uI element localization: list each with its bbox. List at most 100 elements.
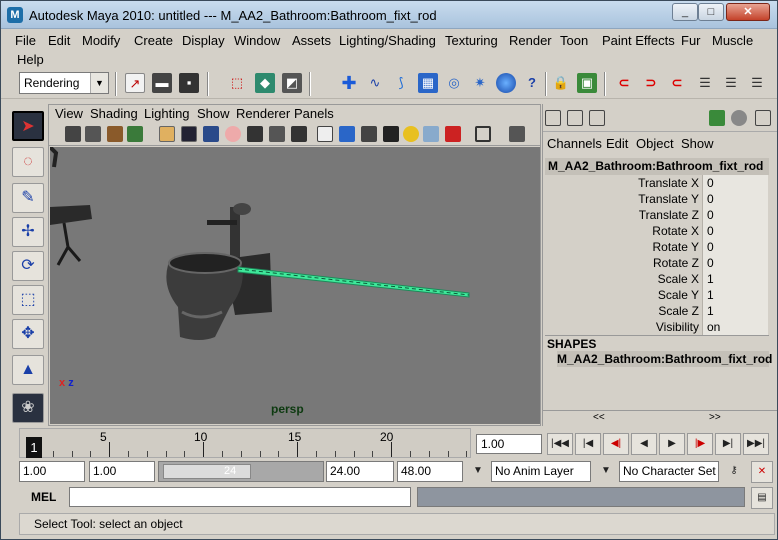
attr-value-field[interactable]: 0 [702, 223, 768, 239]
attr-value-field[interactable]: on [702, 319, 768, 335]
menu-lighting-shading[interactable]: Lighting/Shading [339, 33, 436, 48]
menu-display[interactable]: Display [182, 33, 225, 48]
attr-label[interactable]: Translate Y [638, 192, 699, 206]
selected-fixture-rod[interactable] [237, 266, 470, 298]
panel-layout-icon[interactable] [755, 110, 771, 126]
tool-settings-toggle-icon[interactable]: ☰ [747, 73, 767, 93]
film-gate-icon[interactable] [181, 126, 197, 142]
snap-curve-icon[interactable]: ∿ [365, 73, 385, 93]
channel-menu-show[interactable]: Show [681, 136, 714, 151]
construction-history-icon[interactable]: ⊂ [614, 73, 634, 93]
3d-viewport[interactable]: x z persp [50, 147, 540, 424]
animation-end-field[interactable]: 48.00 [397, 461, 463, 482]
menu-render[interactable]: Render [509, 33, 552, 48]
scale-tool-icon[interactable]: ⬚ [12, 285, 44, 315]
panel-menu-renderer[interactable]: Renderer [236, 106, 290, 121]
menu-create[interactable]: Create [134, 33, 173, 48]
command-input-field[interactable] [69, 487, 411, 507]
snap-view-icon[interactable]: ✷ [470, 73, 490, 93]
animation-prefs-icon[interactable]: ✕ [751, 461, 773, 483]
channel-box-toggle-icon[interactable]: ☰ [695, 73, 715, 93]
attr-value-field[interactable]: 0 [702, 191, 768, 207]
attr-label[interactable]: Visibility [656, 320, 699, 334]
play-forwards-icon[interactable]: ▶ [659, 433, 685, 455]
character-set-select[interactable]: No Character Set [619, 461, 719, 482]
selected-object-name[interactable]: M_AA2_Bathroom:Bathroom_fixt_rod [545, 158, 769, 175]
safe-action-icon[interactable] [269, 126, 285, 142]
move-tool-icon[interactable]: ✢ [12, 217, 44, 247]
attr-label[interactable]: Scale Z [658, 304, 699, 318]
attr-label[interactable]: Rotate Y [653, 240, 699, 254]
image-plane-icon[interactable] [127, 126, 143, 142]
go-to-start-icon[interactable]: |◀◀ [547, 433, 573, 455]
step-back-key-icon[interactable]: ◀| [603, 433, 629, 455]
wireframe-icon[interactable] [317, 126, 333, 142]
layer-editor-list-icon[interactable] [567, 110, 583, 126]
step-forward-key-icon[interactable]: |▶ [687, 433, 713, 455]
attr-value-field[interactable]: 1 [702, 303, 768, 319]
new-scene-icon[interactable]: ↗ [125, 73, 145, 93]
attr-label[interactable]: Scale X [658, 272, 699, 286]
maximize-button[interactable]: □ [698, 3, 724, 21]
use-default-light-icon[interactable] [403, 126, 419, 142]
anim-layer-select[interactable]: No Anim Layer [491, 461, 591, 482]
playback-start-field[interactable]: 1.00 [89, 461, 155, 482]
close-button[interactable]: ✕ [726, 3, 770, 21]
xray-icon[interactable] [509, 126, 525, 142]
panel-menu-panels[interactable]: Panels [294, 106, 334, 121]
bookmark-icon[interactable] [107, 126, 123, 142]
menu-set-select[interactable]: Rendering ▼ [19, 72, 109, 94]
menu-file[interactable]: File [15, 33, 36, 48]
channel-box-list-icon[interactable] [545, 110, 561, 126]
playback-end-field[interactable]: 24.00 [326, 461, 394, 482]
open-scene-icon[interactable]: ▬ [152, 73, 172, 93]
channel-menu-channels[interactable]: Channels [547, 136, 602, 151]
save-scene-icon[interactable]: ▪ [179, 73, 199, 93]
attr-label[interactable]: Translate Z [639, 208, 699, 222]
safe-title-icon[interactable] [291, 126, 307, 142]
menu-muscle[interactable]: Muscle [712, 33, 753, 48]
current-time-field[interactable]: 1.00 [476, 434, 542, 454]
chevron-down-icon[interactable]: ▼ [595, 461, 617, 483]
bounding-box-icon[interactable] [383, 126, 399, 142]
attr-value-field[interactable]: 0 [702, 175, 768, 191]
isolate-select-icon[interactable] [475, 126, 491, 142]
chevron-down-icon[interactable]: ▼ [90, 73, 108, 93]
current-frame-marker[interactable]: 1 [26, 437, 42, 458]
select-tool-icon[interactable]: ➤ [12, 111, 44, 141]
help-icon[interactable]: ? [522, 73, 542, 93]
chevron-down-icon[interactable]: ▼ [466, 461, 490, 483]
resolution-gate-icon[interactable] [203, 126, 219, 142]
scroll-right-button[interactable]: >> [709, 412, 721, 423]
select-by-type-icon[interactable]: ▣ [577, 73, 597, 93]
panel-menu-shading[interactable]: Shading [90, 106, 138, 121]
attribute-editor-toggle-icon[interactable]: ☰ [721, 73, 741, 93]
grid-icon[interactable] [159, 126, 175, 142]
snap-plane-icon[interactable]: ▦ [418, 73, 438, 93]
flat-shade-icon[interactable] [361, 126, 377, 142]
animation-start-field[interactable]: 1.00 [19, 461, 85, 482]
select-hierarchy-icon[interactable]: ⬚ [227, 73, 247, 93]
attr-label[interactable]: Rotate Z [653, 256, 699, 270]
shape-node-name[interactable]: M_AA2_Bathroom:Bathroom_fixt_rod [557, 351, 772, 367]
make-live-icon[interactable]: ◎ [444, 73, 464, 93]
attr-value-field[interactable]: 0 [702, 255, 768, 271]
snap-point-icon[interactable]: ⟆ [391, 73, 411, 93]
tool-icon[interactable] [709, 110, 725, 126]
menu-toon[interactable]: Toon [560, 33, 588, 48]
attr-value-field[interactable]: 0 [702, 239, 768, 255]
universal-manipulator-icon[interactable]: ✥ [12, 319, 44, 349]
key-icon[interactable]: ⚷ [723, 461, 745, 483]
lock-icon[interactable]: 🔒 [551, 73, 571, 93]
attr-value-field[interactable]: 0 [702, 207, 768, 223]
menu-paint-effects[interactable]: Paint Effects [602, 33, 675, 48]
minimize-button[interactable]: _ [672, 3, 698, 21]
paint-select-tool-icon[interactable]: ✎ [12, 183, 44, 213]
snap-grid-icon[interactable]: ✚ [339, 73, 359, 93]
menu-texturing[interactable]: Texturing [445, 33, 498, 48]
high-quality-icon[interactable] [445, 126, 461, 142]
attr-label[interactable]: Rotate X [652, 224, 699, 238]
attr-label[interactable]: Translate X [638, 176, 699, 190]
play-backwards-icon[interactable]: ◀ [631, 433, 657, 455]
field-chart-icon[interactable] [247, 126, 263, 142]
